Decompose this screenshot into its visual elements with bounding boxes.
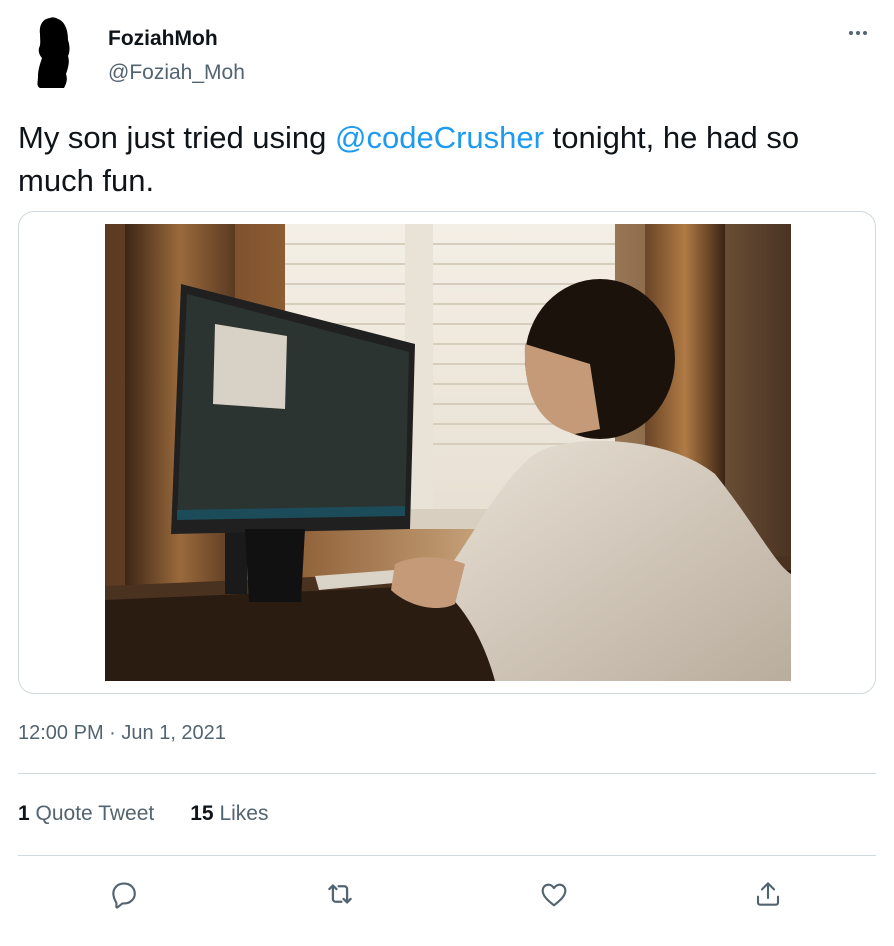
timestamp-separator: · bbox=[103, 722, 122, 744]
tweet-timestamp: 12:00 PM · Jun 1, 2021 bbox=[18, 722, 226, 745]
more-options-button[interactable] bbox=[838, 20, 878, 46]
divider bbox=[18, 773, 876, 774]
share-icon bbox=[756, 882, 780, 906]
share-button[interactable] bbox=[746, 872, 790, 916]
more-dot bbox=[863, 31, 867, 35]
silhouette-avatar-icon bbox=[37, 17, 70, 88]
more-dot bbox=[856, 31, 860, 35]
reply-button[interactable] bbox=[102, 872, 146, 916]
reply-icon bbox=[112, 882, 136, 909]
like-button[interactable] bbox=[532, 872, 576, 916]
like-icon bbox=[541, 883, 567, 907]
engagement-stats: 1 Quote Tweet 15 Likes bbox=[18, 802, 268, 826]
tweet-text: My son just tried using @codeCrusher ton… bbox=[18, 116, 878, 202]
more-horizontal-icon bbox=[849, 31, 853, 35]
retweet-icon bbox=[328, 884, 352, 904]
quote-tweets-stat[interactable]: 1 Quote Tweet bbox=[18, 802, 154, 826]
quote-count: 1 bbox=[18, 802, 30, 825]
tweet-date[interactable]: Jun 1, 2021 bbox=[121, 722, 226, 744]
likes-stat[interactable]: 15 Likes bbox=[190, 802, 268, 826]
tweet-time[interactable]: 12:00 PM bbox=[18, 722, 104, 744]
media-card[interactable] bbox=[18, 211, 876, 694]
tweet-detail: FoziahMoh @Foziah_Moh My son just tried … bbox=[0, 0, 894, 946]
tweet-photo[interactable] bbox=[105, 224, 791, 681]
quote-label: Quote Tweet bbox=[35, 802, 155, 825]
photo-illustration bbox=[105, 224, 791, 681]
likes-label: Likes bbox=[219, 802, 269, 825]
author-handle[interactable]: @Foziah_Moh bbox=[108, 61, 245, 85]
likes-count: 15 bbox=[190, 802, 214, 825]
divider bbox=[18, 855, 876, 856]
tweet-text-before: My son just tried using bbox=[18, 120, 336, 155]
author-display-name[interactable]: FoziahMoh bbox=[108, 27, 218, 51]
avatar[interactable] bbox=[24, 14, 84, 90]
mention-link[interactable]: @codeCrusher bbox=[335, 120, 544, 155]
retweet-button[interactable] bbox=[318, 872, 362, 916]
tweet-actions bbox=[0, 868, 894, 918]
